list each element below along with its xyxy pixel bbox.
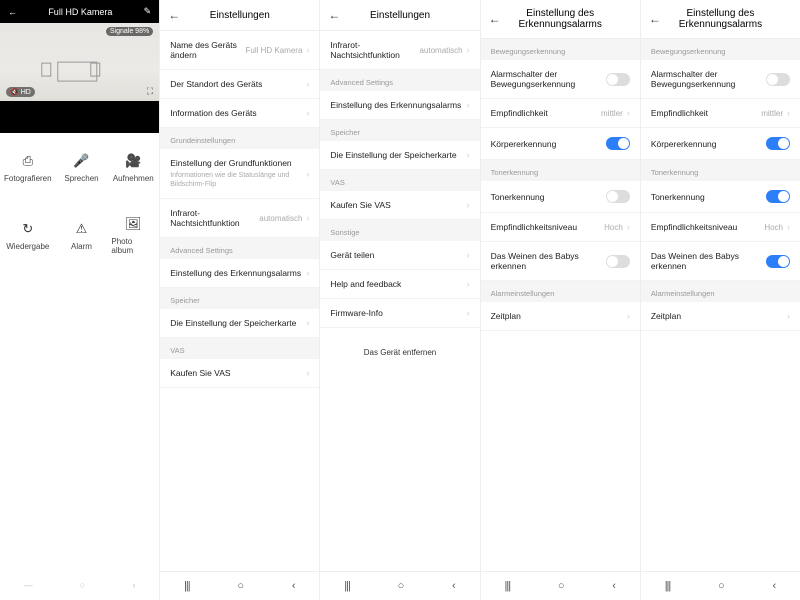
chevron-right-icon: › [306, 169, 309, 179]
camera-icon: ⎙ [19, 152, 37, 170]
section-vas: VAS [320, 170, 479, 191]
android-nav: |||○‹ [320, 571, 479, 600]
section-sound: Tonerkennung [641, 160, 800, 181]
back-icon[interactable]: ← [489, 12, 503, 26]
row-detection-alarm[interactable]: Einstellung des Erkennungsalarms› [160, 259, 319, 288]
row-basic-functions[interactable]: Einstellung der GrundfunktionenInformati… [160, 149, 319, 199]
row-baby-cry[interactable]: Das Weinen des Babys erkennen [481, 242, 640, 281]
screen-settings-1: ← Einstellungen Name des Geräts ändernFu… [160, 0, 320, 600]
android-nav: |||○‹ [481, 571, 640, 600]
screen-alarm-settings-1: ← Einstellung des Erkennungsalarms Beweg… [481, 0, 641, 600]
toggle-off [606, 73, 630, 86]
back-icon[interactable]: ← [649, 12, 663, 26]
signal-badge: Signale 98% [106, 27, 153, 36]
section-storage: Speicher [160, 288, 319, 309]
section-basic: Grundeinstellungen [160, 128, 319, 149]
toggle-off [606, 190, 630, 203]
row-sensitivity-level[interactable]: EmpfindlichkeitsniveauHoch› [641, 213, 800, 242]
toggle-on [766, 255, 790, 268]
album-icon: 🖼 [124, 215, 142, 233]
row-storage-card[interactable]: Die Einstellung der Speicherkarte› [160, 309, 319, 338]
camera-preview[interactable]: Signale 98% 🔇HD ⛶ [0, 23, 159, 101]
row-sensitivity[interactable]: Empfindlichkeitmittler› [481, 99, 640, 128]
speak-button[interactable]: 🎤Sprechen [56, 133, 108, 201]
row-firmware[interactable]: Firmware-Info› [320, 299, 479, 328]
row-share-device[interactable]: Gerät teilen› [320, 241, 479, 270]
back-icon[interactable]: ← [8, 7, 17, 17]
chevron-right-icon: › [306, 79, 309, 89]
album-button[interactable]: 🖼Photo album [107, 201, 159, 269]
record-button[interactable]: 🎥Aufnehmen [107, 133, 159, 201]
section-storage: Speicher [320, 120, 479, 141]
page-title: Einstellungen [342, 10, 457, 21]
row-sensitivity[interactable]: Empfindlichkeitmittler› [641, 99, 800, 128]
section-alarm: Alarmeinstellungen [641, 281, 800, 302]
row-sound-detection[interactable]: Tonerkennung [481, 181, 640, 213]
playback-icon: ↻ [19, 220, 37, 238]
row-infrared[interactable]: Infrarot-Nachtsichtfunktionautomatisch› [320, 31, 479, 70]
row-motion-switch[interactable]: Alarmschalter der Bewegungserkennung [641, 60, 800, 99]
row-body-detection[interactable]: Körpererkennung [641, 128, 800, 160]
row-sensitivity-level[interactable]: EmpfindlichkeitsniveauHoch› [481, 213, 640, 242]
page-title: Einstellung des Erkennungsalarms [503, 8, 618, 30]
photo-button[interactable]: ⎙Fotografieren [0, 133, 56, 201]
toggle-on [766, 190, 790, 203]
row-schedule[interactable]: Zeitplan› [641, 302, 800, 331]
section-vas: VAS [160, 338, 319, 359]
screen-alarm-settings-2: ← Einstellung des Erkennungsalarms Beweg… [641, 0, 800, 600]
screen-camera-live: ← Full HD Kamera ✎ Signale 98% 🔇HD ⛶ ⎙Fo… [0, 0, 160, 600]
row-motion-switch[interactable]: Alarmschalter der Bewegungserkennung [481, 60, 640, 99]
section-motion: Bewegungserkennung [641, 39, 800, 60]
row-storage-card[interactable]: Die Einstellung der Speicherkarte› [320, 141, 479, 170]
android-nav: ―○‹ [0, 570, 159, 600]
page-title: Einstellung des Erkennungsalarms [663, 8, 778, 30]
android-nav: |||○‹ [641, 571, 800, 600]
playback-button[interactable]: ↻Wiedergabe [0, 201, 56, 269]
section-other: Sonstige [320, 220, 479, 241]
section-advanced: Advanced Settings [160, 238, 319, 259]
section-alarm: Alarmeinstellungen [481, 281, 640, 302]
fullscreen-icon[interactable]: ⛶ [147, 86, 153, 97]
toggle-on [606, 137, 630, 150]
remove-device-button[interactable]: Das Gerät entfernen [320, 338, 479, 367]
row-detection-alarm[interactable]: Einstellung des Erkennungsalarms› [320, 91, 479, 120]
row-sound-detection[interactable]: Tonerkennung [641, 181, 800, 213]
android-nav: |||○‹ [160, 571, 319, 600]
screen-settings-2: ← Einstellungen Infrarot-Nachtsichtfunkt… [320, 0, 480, 600]
chevron-right-icon: › [306, 213, 309, 223]
toggle-off [606, 255, 630, 268]
row-device-info[interactable]: Information des Geräts› [160, 99, 319, 128]
row-vas[interactable]: Kaufen Sie VAS› [160, 359, 319, 388]
chevron-right-icon: › [306, 368, 309, 378]
chevron-right-icon: › [306, 108, 309, 118]
hd-badge[interactable]: 🔇HD [6, 87, 35, 97]
row-baby-cry[interactable]: Das Weinen des Babys erkennen [641, 242, 800, 281]
row-vas[interactable]: Kaufen Sie VAS› [320, 191, 479, 220]
edit-icon[interactable]: ✎ [144, 6, 152, 17]
section-sound: Tonerkennung [481, 160, 640, 181]
section-motion: Bewegungserkennung [481, 39, 640, 60]
row-schedule[interactable]: Zeitplan› [481, 302, 640, 331]
row-body-detection[interactable]: Körpererkennung [481, 128, 640, 160]
video-icon: 🎥 [124, 152, 142, 170]
row-help[interactable]: Help and feedback› [320, 270, 479, 299]
alarm-icon: ⚠ [72, 220, 90, 238]
alarm-button[interactable]: ⚠Alarm [56, 201, 108, 269]
row-device-location[interactable]: Der Standort des Geräts› [160, 70, 319, 99]
section-advanced: Advanced Settings [320, 70, 479, 91]
back-icon[interactable]: ← [328, 8, 342, 22]
back-icon[interactable]: ← [168, 8, 182, 22]
row-infrared[interactable]: Infrarot-Nachtsichtfunktionautomatisch› [160, 199, 319, 238]
toggle-on [766, 137, 790, 150]
camera-title: Full HD Kamera [17, 7, 144, 17]
chevron-right-icon: › [306, 268, 309, 278]
page-title: Einstellungen [182, 10, 297, 21]
row-device-name[interactable]: Name des Geräts ändernFull HD Kamera› [160, 31, 319, 70]
chevron-right-icon: › [306, 318, 309, 328]
chevron-right-icon: › [306, 45, 309, 55]
toggle-off [766, 73, 790, 86]
mic-icon: 🎤 [72, 152, 90, 170]
